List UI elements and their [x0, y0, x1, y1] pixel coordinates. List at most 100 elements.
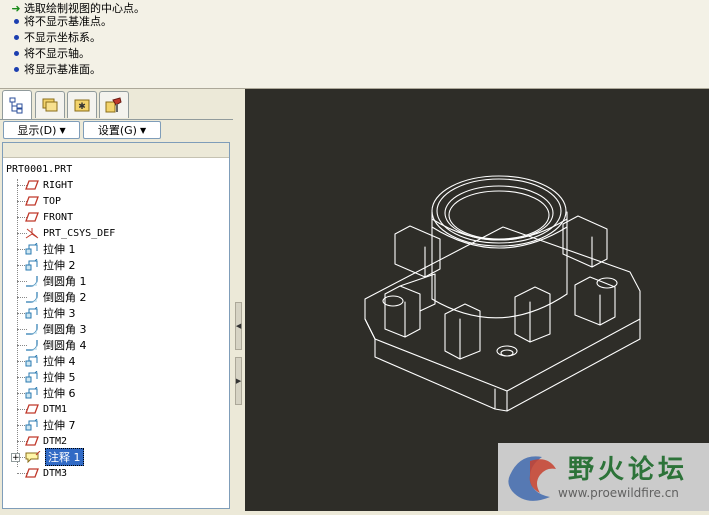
tree-item[interactable]: 倒圆角 2 [25, 289, 87, 305]
tree-item[interactable]: PRT_CSYS_DEF [25, 225, 115, 241]
prompt-arrow-icon: ➜ [11, 1, 21, 15]
tree-item-label: FRONT [43, 211, 74, 223]
tree-item[interactable]: 拉伸 7 [25, 417, 76, 433]
expand-right-handle[interactable]: ▶ [235, 357, 242, 405]
tree-item-label: 倒圆角 4 [43, 339, 87, 352]
message-text: 将显示基准面。 [24, 63, 101, 76]
tab-favorites[interactable]: ✱ [67, 91, 97, 118]
annotation-icon [25, 451, 41, 463]
round-icon [25, 339, 39, 351]
navigator-tabbar: ✱ [0, 89, 233, 120]
tree-item[interactable]: 拉伸 5 [25, 369, 76, 385]
tree-item[interactable]: 倒圆角 1 [25, 273, 87, 289]
tree-item-label: 拉伸 4 [43, 355, 76, 368]
chevron-left-icon: ◀ [235, 322, 242, 330]
navigator-toolbar: 显示(D) ▼ 设置(G) ▼ [0, 120, 233, 142]
round-icon [25, 275, 39, 287]
datum-plane-icon [25, 467, 39, 479]
tree-item[interactable]: 倒圆角 4 [25, 337, 87, 353]
tree-item[interactable]: 拉伸 3 [25, 305, 76, 321]
tree-item[interactable]: TOP [25, 193, 61, 209]
expand-node-icon[interactable]: + [11, 453, 20, 463]
message-line: 将显示基准面。 [8, 61, 101, 77]
tab-connections[interactable] [99, 91, 129, 118]
tree-item[interactable]: RIGHT [25, 177, 73, 193]
info-bullet-icon [13, 50, 19, 56]
panel-sash[interactable]: ◀ ▶ [233, 89, 245, 511]
tree-item[interactable]: 拉伸 4 [25, 353, 76, 369]
tree-root[interactable]: PRT0001.PRT [6, 161, 72, 177]
tree-item-label: TOP [43, 195, 62, 207]
datum-plane-icon [25, 211, 39, 223]
datum-plane-icon [25, 435, 39, 447]
tree-item-label: 拉伸 1 [43, 243, 76, 256]
tree-item[interactable]: 拉伸 1 [25, 241, 76, 257]
tree-root-label: PRT0001.PRT [6, 163, 73, 175]
extrude-icon [25, 259, 39, 271]
message-line: 将不显示基准点。 [8, 13, 112, 29]
watermark-logo-icon [508, 456, 556, 501]
info-bullet-icon [13, 66, 19, 72]
tree-item[interactable]: DTM2 [25, 433, 67, 449]
tree-item-label: 拉伸 3 [43, 307, 76, 320]
message-line: 将不显示轴。 [8, 45, 90, 61]
tree-item-label: DTM1 [43, 403, 68, 415]
favorites-icon: ✱ [74, 99, 90, 112]
connections-icon [105, 97, 122, 113]
tree-item-label: 拉伸 6 [43, 387, 76, 400]
watermark-url: www.proewildfire.cn [558, 486, 679, 500]
tree-item-label: 拉伸 7 [43, 419, 76, 432]
extrude-icon [25, 243, 39, 255]
tree-item-label: 拉伸 2 [43, 259, 76, 272]
tab-folder-browser[interactable] [35, 91, 65, 118]
tree-item[interactable]: 倒圆角 3 [25, 321, 87, 337]
message-text: 不显示坐标系。 [24, 31, 101, 44]
show-dropdown-label: 显示(D) [17, 124, 57, 137]
chevron-right-icon: ▶ [235, 377, 242, 385]
navigator-panel: ✱ 显示(D) ▼ 设置(G) ▼ PRT0001.PRT RIGHT TOP FR… [0, 89, 233, 511]
message-area: ➜ 选取绘制视图的中心点。 将不显示基准点。 不显示坐标系。 将不显示轴。 将显… [0, 0, 709, 89]
round-icon [25, 291, 39, 303]
tree-item-label: RIGHT [43, 179, 74, 191]
model-tree-icon [9, 97, 23, 114]
message-text: 将不显示基准点。 [24, 15, 112, 28]
tree-item[interactable]: 注释 1 [25, 448, 84, 466]
extrude-icon [25, 355, 39, 367]
datum-plane-icon [25, 195, 39, 207]
settings-dropdown[interactable]: 设置(G) ▼ [83, 121, 161, 139]
folder-browser-icon [42, 98, 58, 112]
show-dropdown[interactable]: 显示(D) ▼ [3, 121, 80, 139]
watermark-title: 野火论坛 [568, 455, 689, 485]
info-bullet-icon [13, 18, 19, 24]
tree-item-label: 倒圆角 2 [43, 291, 87, 304]
datum-plane-icon [25, 179, 39, 191]
settings-dropdown-label: 设置(G) [97, 124, 137, 137]
extrude-icon [25, 371, 39, 383]
chevron-down-icon: ▼ [139, 125, 147, 135]
round-icon [25, 323, 39, 335]
tree-item[interactable]: DTM3 [25, 465, 67, 481]
tree-item-label: 注释 1 [45, 448, 84, 466]
tree-item-label: 倒圆角 1 [43, 275, 87, 288]
tree-item-label: 倒圆角 3 [43, 323, 87, 336]
tree-item[interactable]: FRONT [25, 209, 73, 225]
svg-text:✱: ✱ [78, 102, 86, 112]
extrude-icon [25, 419, 39, 431]
datum-plane-icon [25, 403, 39, 415]
collapse-left-handle[interactable]: ◀ [235, 302, 242, 350]
tab-model-tree[interactable] [2, 90, 32, 119]
message-line: 不显示坐标系。 [8, 29, 101, 45]
chevron-down-icon: ▼ [59, 125, 66, 135]
tree-connector-line [17, 179, 18, 467]
extrude-icon [25, 307, 39, 319]
tree-item-label: 拉伸 5 [43, 371, 76, 384]
info-bullet-icon [13, 34, 19, 40]
tree-item[interactable]: 拉伸 2 [25, 257, 76, 273]
watermark: 野火论坛 www.proewildfire.cn [498, 443, 709, 511]
tree-item[interactable]: 拉伸 6 [25, 385, 76, 401]
model-tree[interactable]: PRT0001.PRT RIGHT TOP FRONT PRT_CSYS_DEF 拉伸 … [2, 142, 230, 509]
tree-item[interactable]: DTM1 [25, 401, 67, 417]
tree-item-label: PRT_CSYS_DEF [43, 227, 116, 239]
message-text: 将不显示轴。 [24, 47, 90, 60]
coordinate-system-icon [25, 227, 39, 239]
